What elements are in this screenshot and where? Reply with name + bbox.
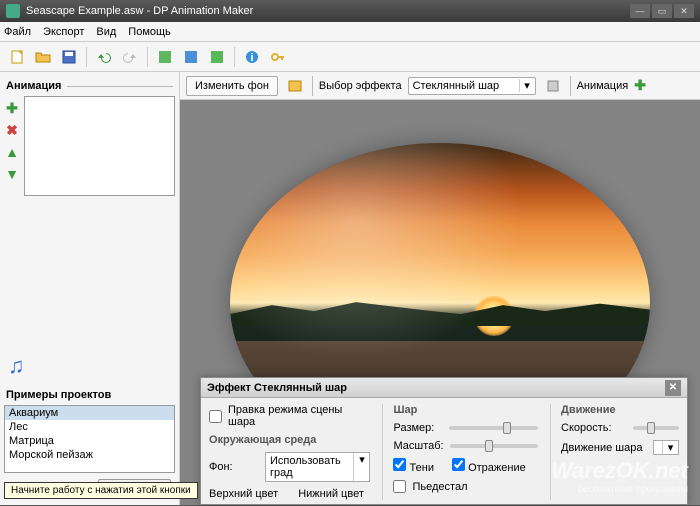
sphere-group-label: Шар — [393, 404, 538, 416]
save-icon[interactable] — [58, 46, 80, 68]
speed-slider[interactable] — [633, 426, 679, 430]
menu-help[interactable]: Помощь — [128, 26, 171, 38]
list-item[interactable]: Матрица — [5, 434, 174, 448]
undo-icon[interactable] — [93, 46, 115, 68]
animation-panel-title: Анимация — [4, 76, 175, 96]
motion-group-label: Движение — [561, 404, 679, 416]
key-icon[interactable] — [267, 46, 289, 68]
chevron-down-icon[interactable]: ▾ — [519, 79, 535, 92]
projects-title: Примеры проектов — [4, 385, 175, 405]
close-panel-button[interactable]: ✕ — [665, 380, 681, 396]
chevron-down-icon: ▾ — [353, 453, 369, 481]
size-slider[interactable] — [449, 426, 538, 430]
reflection-checkbox[interactable] — [452, 458, 465, 471]
tooltip-hint: Начните работу с нажатия этой кнопки — [4, 482, 198, 499]
sphere-motion-combo[interactable]: ▾ — [653, 440, 679, 455]
open-folder-icon[interactable] — [32, 46, 54, 68]
move-up-button[interactable]: ▲ — [4, 144, 20, 160]
list-item[interactable]: Лес — [5, 420, 174, 434]
app-icon — [6, 4, 20, 18]
image-icon[interactable] — [284, 75, 306, 97]
choose-effect-label: Выбор эффекта — [319, 80, 402, 92]
pedestal-checkbox[interactable] — [393, 480, 406, 493]
canvas-toolbar: Изменить фон Выбор эффекта ▾ Анимация ✚ — [180, 72, 700, 100]
info-icon[interactable]: i — [241, 46, 263, 68]
menu-view[interactable]: Вид — [96, 26, 116, 38]
export2-icon[interactable] — [180, 46, 202, 68]
maximize-button[interactable]: ▭ — [652, 4, 672, 18]
new-file-icon[interactable] — [6, 46, 28, 68]
effect-value[interactable] — [409, 78, 519, 94]
remove-anim-button[interactable]: ✖ — [4, 122, 20, 138]
list-item[interactable]: Аквариум — [5, 406, 174, 420]
animation-list[interactable] — [24, 96, 175, 196]
window-title: Seascape Example.asw - DP Animation Make… — [26, 5, 253, 17]
effect-properties-panel: Эффект Стеклянный шар ✕ Правка режима сц… — [200, 377, 688, 505]
animation-label: Анимация — [577, 80, 629, 92]
main-toolbar: i — [0, 42, 700, 72]
scene-edit-checkbox[interactable] — [209, 410, 222, 423]
close-button[interactable]: ✕ — [674, 4, 694, 18]
menu-file[interactable]: Файл — [4, 26, 31, 38]
chevron-down-icon: ▾ — [662, 441, 678, 454]
add-animation-button[interactable]: ✚ — [634, 77, 646, 94]
props-title: Эффект Стеклянный шар — [207, 382, 347, 394]
shadows-checkbox[interactable] — [393, 458, 406, 471]
projects-list[interactable]: Аквариум Лес Матрица Морской пейзаж — [4, 405, 175, 473]
export1-icon[interactable] — [154, 46, 176, 68]
list-item[interactable]: Морской пейзаж — [5, 448, 174, 462]
change-background-button[interactable]: Изменить фон — [186, 76, 278, 96]
menu-export[interactable]: Экспорт — [43, 26, 84, 38]
effect-select[interactable]: ▾ — [408, 77, 536, 95]
move-down-button[interactable]: ▼ — [4, 166, 20, 182]
menubar: Файл Экспорт Вид Помощь — [0, 22, 700, 42]
redo-icon[interactable] — [119, 46, 141, 68]
music-icon[interactable]: ♫ — [4, 347, 175, 385]
export3-icon[interactable] — [206, 46, 228, 68]
add-anim-button[interactable]: ✚ — [4, 100, 20, 116]
sidebar: Анимация ✚ ✖ ▲ ▼ ♫ Примеры проектов Аква… — [0, 72, 180, 505]
env-group-label: Окружающая среда — [209, 434, 370, 446]
background-combo[interactable]: Использовать град▾ — [265, 452, 370, 482]
svg-text:i: i — [250, 52, 253, 64]
effect-settings-icon[interactable] — [542, 75, 564, 97]
titlebar: Seascape Example.asw - DP Animation Make… — [0, 0, 700, 22]
minimize-button[interactable]: — — [630, 4, 650, 18]
scale-slider[interactable] — [450, 444, 538, 448]
